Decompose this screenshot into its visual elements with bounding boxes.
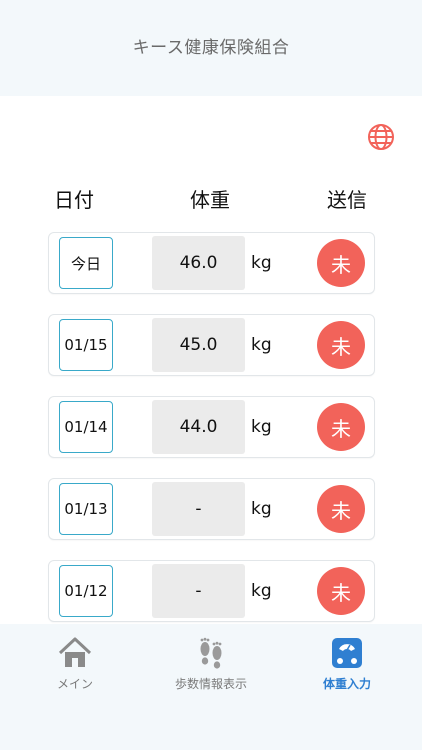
weight-value[interactable]: - xyxy=(152,564,245,618)
weight-unit: kg xyxy=(251,417,272,437)
weight-unit: kg xyxy=(251,499,272,519)
column-header-send: 送信 xyxy=(327,188,367,212)
weight-row: 今日 46.0 kg 未 xyxy=(48,232,375,294)
weight-row: 01/14 44.0 kg 未 xyxy=(48,396,375,458)
weight-row: 01/12 - kg 未 xyxy=(48,560,375,622)
column-headers: 日付 体重 送信 xyxy=(0,184,422,212)
tab-weight-input[interactable]: 体重入力 xyxy=(277,634,417,694)
date-button[interactable]: 01/15 xyxy=(59,319,113,371)
weight-value[interactable]: - xyxy=(152,482,245,536)
footprints-icon xyxy=(200,637,222,669)
send-status-button[interactable]: 未 xyxy=(317,321,365,369)
tab-label: 歩数情報表示 xyxy=(174,677,247,691)
send-status-button[interactable]: 未 xyxy=(317,239,365,287)
globe-icon[interactable] xyxy=(367,123,395,151)
send-status-button[interactable]: 未 xyxy=(317,403,365,451)
weight-row: 01/15 45.0 kg 未 xyxy=(48,314,375,376)
weight-value[interactable]: 44.0 xyxy=(152,400,245,454)
column-header-weight: 体重 xyxy=(190,188,230,212)
date-button[interactable]: 01/12 xyxy=(59,565,113,617)
date-button[interactable]: 今日 xyxy=(59,237,113,289)
weight-value[interactable]: 45.0 xyxy=(152,318,245,372)
scale-icon xyxy=(332,638,362,668)
tab-label: メイン xyxy=(56,677,93,691)
weight-unit: kg xyxy=(251,335,272,355)
home-icon xyxy=(58,637,92,667)
bottom-tab-bar: メイン 歩数情報表示 体重入力 xyxy=(0,624,422,750)
date-button[interactable]: 01/14 xyxy=(59,401,113,453)
date-button[interactable]: 01/13 xyxy=(59,483,113,535)
tab-steps[interactable]: 歩数情報表示 xyxy=(141,634,281,694)
weight-row: 01/13 - kg 未 xyxy=(48,478,375,540)
send-status-button[interactable]: 未 xyxy=(317,567,365,615)
send-status-button[interactable]: 未 xyxy=(317,485,365,533)
column-header-date: 日付 xyxy=(54,188,94,212)
weight-value[interactable]: 46.0 xyxy=(152,236,245,290)
tab-label: 体重入力 xyxy=(322,677,371,691)
page-title: キース健康保険組合 xyxy=(132,37,290,58)
weight-unit: kg xyxy=(251,253,272,273)
app-header: キース健康保険組合 xyxy=(0,0,422,96)
weight-unit: kg xyxy=(251,581,272,601)
tab-main[interactable]: メイン xyxy=(5,634,145,694)
